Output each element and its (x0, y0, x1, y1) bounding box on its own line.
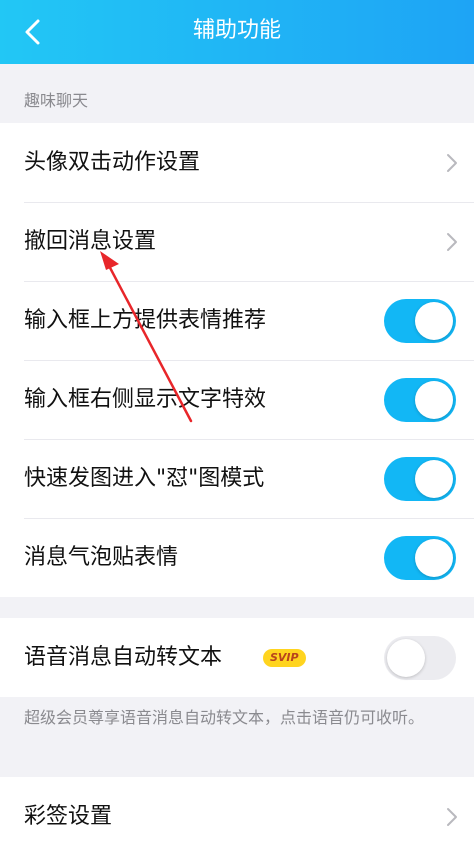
text-effect-setting: 输入框右侧显示文字特效 (0, 360, 474, 439)
settings-group-caiqian: 彩签设置 (0, 777, 474, 856)
section-label: 趣味聊天 (24, 91, 89, 110)
row-label: 消息气泡贴表情 (24, 544, 179, 570)
voice-to-text-toggle[interactable] (384, 635, 456, 680)
row-label: 快速发图进入"怼"图模式 (24, 465, 265, 491)
quick-image-mode-toggle[interactable] (384, 456, 456, 501)
page-title: 辅助功能 (192, 18, 281, 43)
row-label: 输入框上方提供表情推荐 (24, 307, 267, 333)
row-label: 输入框右侧显示文字特效 (24, 386, 267, 412)
emoji-recommend-setting: 输入框上方提供表情推荐 (0, 281, 474, 360)
row-label: 撤回消息设置 (24, 228, 157, 254)
row-label: 头像双击动作设置 (24, 149, 201, 175)
quick-image-mode-setting: 快速发图进入"怼"图模式 (0, 439, 474, 518)
text-effect-toggle[interactable] (384, 377, 456, 422)
settings-group-voice: 语音消息自动转文本 SVIP (0, 618, 474, 697)
toggle-knob (415, 301, 453, 340)
svip-badge: SVIP (263, 648, 306, 667)
bubble-sticker-setting: 消息气泡贴表情 (0, 518, 474, 597)
chevron-right-icon (447, 807, 457, 826)
voice-note: 超级会员尊享语音消息自动转文本，点击语音仍可收听。 (24, 708, 425, 727)
row-label: 彩签设置 (24, 803, 113, 829)
recall-message-setting[interactable]: 撤回消息设置 (0, 202, 474, 281)
top-bar: 辅助功能 (0, 0, 474, 64)
toggle-knob (415, 380, 453, 419)
settings-group-fun-chat: 头像双击动作设置 撤回消息设置 输入框上方提供表情推荐 输入框右侧显示文字特效 … (0, 123, 474, 597)
toggle-knob (387, 638, 425, 677)
chevron-right-icon (447, 232, 457, 251)
toggle-knob (415, 538, 453, 577)
voice-to-text-setting: 语音消息自动转文本 SVIP (0, 618, 474, 697)
toggle-knob (415, 459, 453, 498)
caiqian-setting[interactable]: 彩签设置 (0, 777, 474, 856)
row-label: 语音消息自动转文本 (24, 644, 223, 670)
bubble-sticker-toggle[interactable] (384, 535, 456, 580)
avatar-double-click-setting[interactable]: 头像双击动作设置 (0, 123, 474, 202)
chevron-right-icon (447, 153, 457, 172)
emoji-recommend-toggle[interactable] (384, 298, 456, 343)
